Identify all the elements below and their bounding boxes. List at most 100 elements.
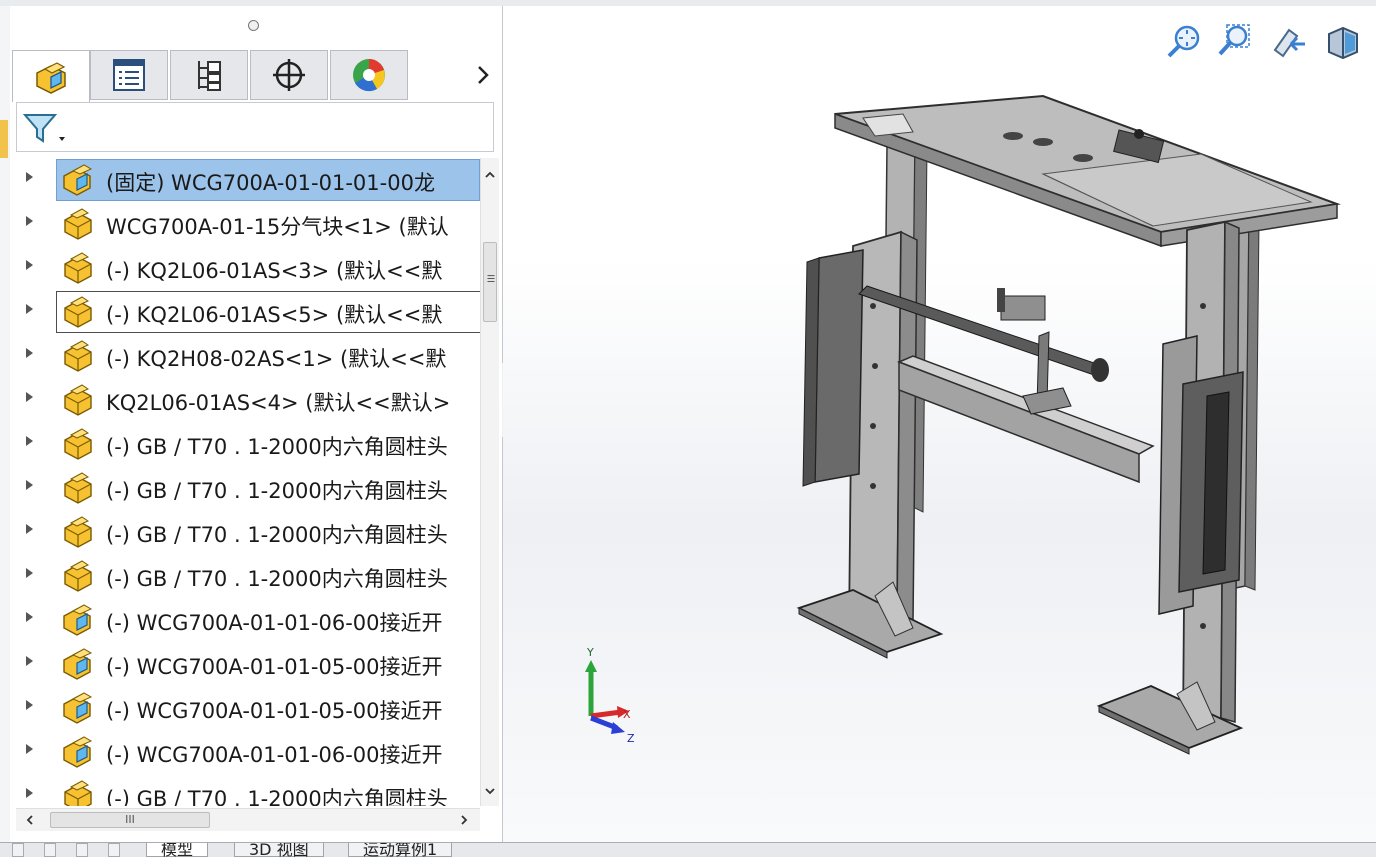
tree-item-icon: [60, 514, 96, 550]
splitter-grip-icon[interactable]: [248, 20, 259, 31]
tree-item[interactable]: (固定) WCG700A-01-01-01-00龙: [16, 158, 480, 202]
expand-arrow-icon[interactable]: [26, 172, 33, 182]
expand-arrow-icon[interactable]: [26, 304, 33, 314]
vertical-scroll-thumb[interactable]: III: [483, 242, 497, 322]
tree-item-icon: [60, 338, 96, 374]
tab-dimxpert-manager[interactable]: [250, 50, 328, 100]
subassembly-icon: [63, 692, 93, 724]
tree-item[interactable]: (-) WCG700A-01-01-05-00接近开: [16, 686, 480, 730]
tree-horizontal-scrollbar[interactable]: III: [16, 808, 480, 831]
tree-item[interactable]: (-) KQ2L06-01AS<3> (默认<<默: [16, 246, 480, 290]
horizontal-scroll-grip: III: [125, 813, 135, 826]
tree-item[interactable]: (-) GB / T70 . 1-2000内六角圆柱头: [16, 466, 480, 510]
tree-item-icon: [60, 382, 96, 418]
tree-item-label: (-) GB / T70 . 1-2000内六角圆柱头: [106, 435, 448, 459]
tree-item[interactable]: (-) GB / T70 . 1-2000内六角圆柱头: [16, 774, 480, 806]
expand-arrow-icon[interactable]: [26, 216, 33, 226]
tree-item-label: (-) GB / T70 . 1-2000内六角圆柱头: [106, 567, 448, 591]
tab-configuration-manager[interactable]: [170, 50, 248, 100]
tree-item[interactable]: (-) GB / T70 . 1-2000内六角圆柱头: [16, 510, 480, 554]
expand-arrow-icon[interactable]: [26, 524, 33, 534]
tab-model[interactable]: 模型: [146, 843, 209, 857]
expand-arrow-icon[interactable]: [26, 436, 33, 446]
graphics-viewport[interactable]: Y X Z: [503, 6, 1376, 842]
tab-feature-manager[interactable]: [12, 50, 90, 102]
coordinate-triad: Y X Z: [577, 646, 647, 756]
bottom-tab-bar: 模型 3D 视图 运动算例1: [0, 842, 1376, 857]
triad-x-label: X: [623, 708, 631, 721]
part-icon: [64, 208, 92, 240]
tree-item[interactable]: (-) WCG700A-01-01-06-00接近开: [16, 730, 480, 774]
expand-arrow-icon[interactable]: [26, 480, 33, 490]
tree-vertical-scrollbar[interactable]: III: [480, 158, 499, 806]
expand-arrow-icon[interactable]: [26, 260, 33, 270]
tab-property-manager[interactable]: [90, 50, 168, 100]
nav-last-button[interactable]: [108, 843, 120, 857]
expand-arrow-icon[interactable]: [26, 744, 33, 754]
tree-item-label: (-) GB / T70 . 1-2000内六角圆柱头: [106, 479, 448, 503]
expand-arrow-icon[interactable]: [26, 656, 33, 666]
tree-item[interactable]: (-) WCG700A-01-01-05-00接近开: [16, 642, 480, 686]
tree-item-label: (-) WCG700A-01-01-05-00接近开: [106, 699, 443, 723]
tree-item-label: (-) KQ2L06-01AS<3> (默认<<默: [106, 259, 443, 283]
tree-item-label: (-) WCG700A-01-01-06-00接近开: [106, 743, 443, 767]
scroll-down-icon[interactable]: [481, 784, 499, 798]
expand-arrow-icon[interactable]: [26, 348, 33, 358]
tab-3d-views[interactable]: 3D 视图: [234, 843, 324, 857]
panel-splitter[interactable]: [10, 14, 502, 42]
tree-filter-bar: [16, 102, 494, 152]
tree-item[interactable]: (-) GB / T70 . 1-2000内六角圆柱头: [16, 554, 480, 598]
triad-y-label: Y: [587, 646, 594, 659]
nav-first-button[interactable]: [12, 843, 24, 857]
display-manager-icon: [353, 59, 385, 92]
tree-item-label: (固定) WCG700A-01-01-01-00龙: [106, 171, 435, 195]
expand-arrow-icon[interactable]: [26, 612, 33, 622]
expand-arrow-icon[interactable]: [26, 392, 33, 402]
tree-item-label: (-) KQ2L06-01AS<5> (默认<<默: [106, 303, 443, 327]
dimxpert-icon: [273, 59, 305, 91]
subassembly-icon: [63, 164, 93, 196]
nav-prev-button[interactable]: [44, 843, 56, 857]
tree-item-label: WCG700A-01-15分气块<1> (默认: [106, 215, 449, 239]
expand-arrow-icon[interactable]: [26, 568, 33, 578]
expand-arrow-icon[interactable]: [26, 788, 33, 798]
tree-item[interactable]: (-) WCG700A-01-01-06-00接近开: [16, 598, 480, 642]
tree-item-icon: [60, 778, 96, 806]
filter-button[interactable]: [21, 111, 69, 145]
expand-arrow-icon[interactable]: [26, 700, 33, 710]
tree-item-icon: [60, 206, 96, 242]
tab-display-manager[interactable]: [330, 50, 408, 100]
triad-z-label: Z: [627, 732, 635, 745]
scroll-left-icon[interactable]: [22, 809, 38, 831]
tree-item-icon: [60, 426, 96, 462]
tree-item-label: (-) GB / T70 . 1-2000内六角圆柱头: [106, 787, 448, 806]
tab-motion-study-1[interactable]: 运动算例1: [348, 843, 453, 857]
tree-item[interactable]: WCG700A-01-15分气块<1> (默认: [16, 202, 480, 246]
tree-item[interactable]: KQ2L06-01AS<4> (默认<<默认>: [16, 378, 480, 422]
tree-item-icon: [60, 734, 96, 770]
tree-item-icon: [60, 162, 96, 198]
tree-item[interactable]: (-) GB / T70 . 1-2000内六角圆柱头: [16, 422, 480, 466]
part-icon: [64, 340, 92, 372]
configuration-manager-icon: [198, 61, 221, 91]
tree-item-label: (-) KQ2H08-02AS<1> (默认<<默: [106, 347, 447, 371]
tree-item-label: KQ2L06-01AS<4> (默认<<默认>: [106, 391, 451, 415]
scroll-right-icon[interactable]: [456, 809, 472, 831]
feature-manager-panel: (固定) WCG700A-01-01-01-00龙 WCG700A-01-15分气…: [10, 6, 503, 842]
left-edge-accent: [0, 120, 8, 158]
panel-tab-bar: [10, 50, 502, 102]
nav-next-button[interactable]: [76, 843, 88, 857]
tree-item[interactable]: (-) KQ2L06-01AS<5> (默认<<默: [16, 290, 480, 334]
tree-item[interactable]: (-) KQ2H08-02AS<1> (默认<<默: [16, 334, 480, 378]
horizontal-scroll-thumb[interactable]: III: [50, 812, 210, 828]
chevron-right-icon: [478, 66, 489, 84]
feature-tree: (固定) WCG700A-01-01-01-00龙 WCG700A-01-15分气…: [16, 158, 480, 806]
subassembly-icon: [63, 648, 93, 680]
part-icon: [64, 472, 92, 504]
tree-item-icon: [60, 646, 96, 682]
scroll-up-icon[interactable]: [481, 168, 499, 182]
tree-item-icon: [60, 470, 96, 506]
triad-axes-icon: [585, 660, 629, 734]
vertical-scroll-grip: III: [484, 274, 496, 283]
tab-scroll-right-button[interactable]: [470, 60, 496, 90]
